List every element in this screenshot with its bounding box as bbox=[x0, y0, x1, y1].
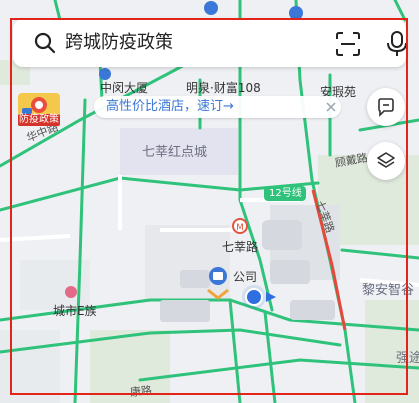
label-qixin-red[interactable]: 七莘红点城 bbox=[142, 146, 207, 160]
feedback-button[interactable] bbox=[367, 88, 405, 126]
metro-station-icon: M bbox=[232, 218, 248, 234]
label-zhongmin[interactable]: 中闵大厦 bbox=[100, 81, 148, 95]
label-line12: 12号线 bbox=[269, 188, 302, 199]
label-gongsi[interactable]: 公司 bbox=[233, 270, 257, 284]
hotel-promo-bubble[interactable]: 高性价比酒店，速订→ bbox=[94, 96, 341, 118]
label-qiang[interactable]: 强途 bbox=[396, 352, 419, 366]
search-icon bbox=[34, 32, 56, 54]
label-mingquan[interactable]: 明泉·财富108 bbox=[186, 81, 261, 95]
microphone-icon[interactable] bbox=[386, 30, 408, 58]
label-qixin-station[interactable]: 七莘路 bbox=[222, 240, 258, 254]
layers-icon bbox=[377, 152, 395, 168]
label-lijia[interactable]: 黎安智谷 bbox=[362, 284, 414, 298]
close-icon[interactable] bbox=[325, 101, 337, 113]
search-input[interactable]: 跨城防疫政策 bbox=[65, 31, 173, 55]
svg-text:M: M bbox=[236, 223, 244, 233]
promo-text[interactable]: 高性价比酒店，速订→ bbox=[106, 98, 234, 116]
epidemic-policy-label: 防疫政策 bbox=[18, 114, 60, 126]
message-icon bbox=[378, 98, 394, 117]
label-chengshi[interactable]: 城市E族 bbox=[53, 304, 97, 318]
scan-icon[interactable] bbox=[335, 31, 361, 57]
search-bar[interactable]: 跨城防疫政策 bbox=[13, 19, 408, 67]
poi-chengshi-icon bbox=[65, 286, 77, 298]
label-kang: 康路 bbox=[129, 383, 153, 400]
layers-button[interactable] bbox=[367, 142, 405, 180]
epidemic-policy-badge[interactable]: 防疫政策 bbox=[18, 93, 60, 126]
